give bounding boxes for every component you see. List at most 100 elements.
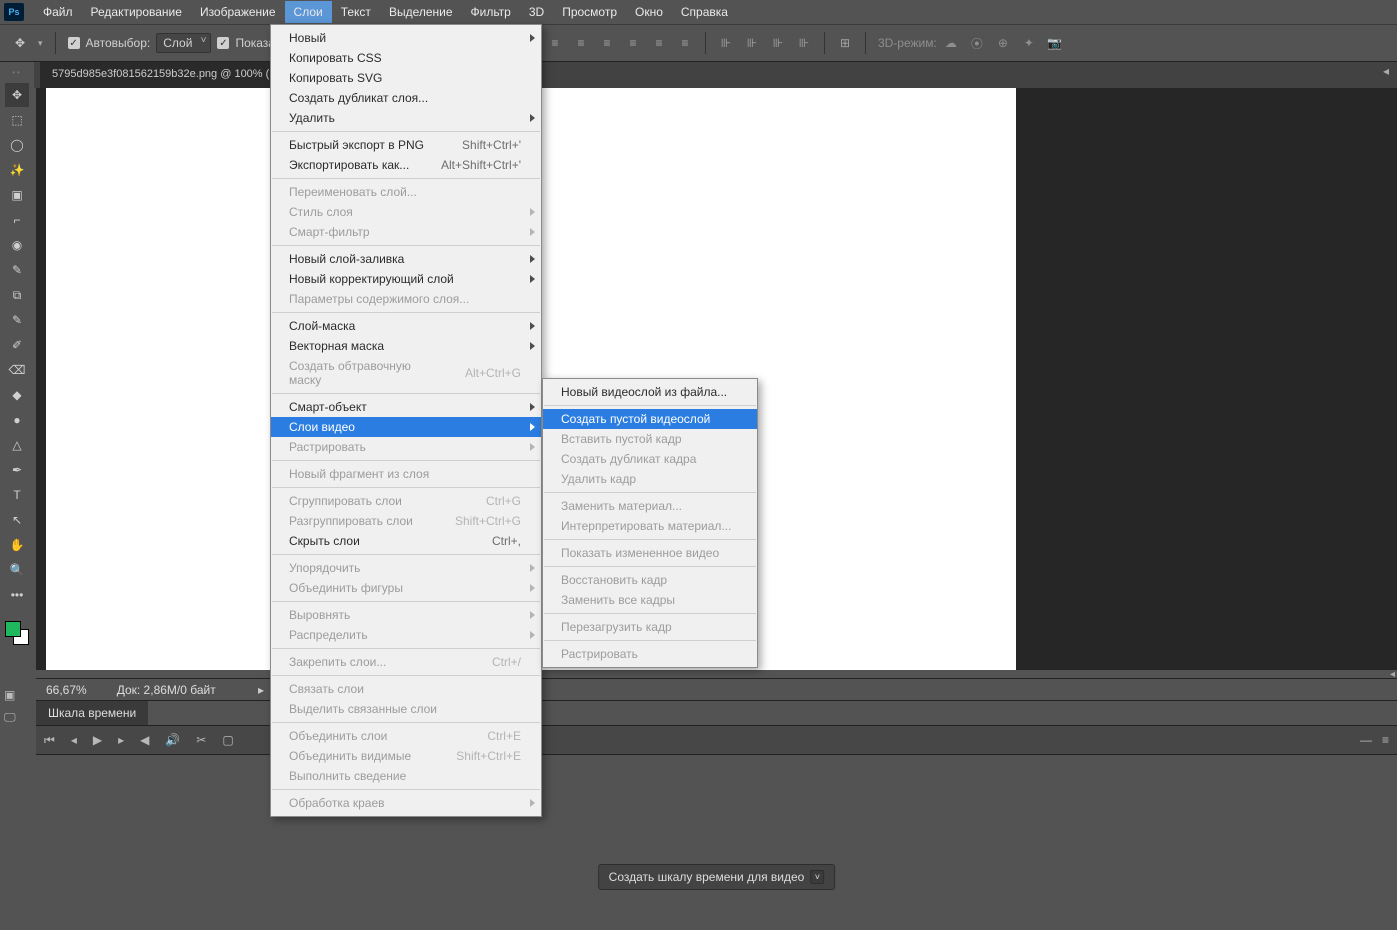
tool-6[interactable]: ◉ bbox=[5, 233, 29, 257]
tool-2[interactable]: ◯ bbox=[5, 133, 29, 157]
menu-выделение[interactable]: Выделение bbox=[380, 1, 462, 23]
timeline-ctrl-icon-0[interactable]: ⏮ bbox=[44, 733, 55, 748]
tool-17[interactable]: ↖ bbox=[5, 508, 29, 532]
timeline-flyout-icon[interactable]: ≡ bbox=[1382, 733, 1389, 747]
3d-icons[interactable]: ☁ ⦿ ⊕ ✦ 📷 bbox=[943, 35, 1063, 51]
layers-menu-item[interactable]: Копировать CSS bbox=[271, 48, 541, 68]
tool-18[interactable]: ✋ bbox=[5, 533, 29, 557]
align-icon-2[interactable]: ≡ bbox=[599, 35, 615, 51]
tool-19[interactable]: 🔍 bbox=[5, 558, 29, 582]
menu-фильтр[interactable]: Фильтр bbox=[462, 1, 520, 23]
auto-select-checkbox[interactable]: ✓Автовыбор: bbox=[68, 36, 151, 50]
align-icon-4[interactable]: ≡ bbox=[651, 35, 667, 51]
fg-color-swatch[interactable] bbox=[5, 621, 21, 637]
layers-menu-item[interactable]: Новый корректирующий слой bbox=[271, 269, 541, 289]
3d-icon-0[interactable]: ☁ bbox=[943, 35, 959, 51]
overlap-icon[interactable]: ⊞ bbox=[837, 35, 853, 51]
document-tab[interactable]: 5795d985e3f081562159b32e.png @ 100% (R bbox=[40, 62, 289, 88]
align-icon-3[interactable]: ≡ bbox=[625, 35, 641, 51]
align-icon-5[interactable]: ≡ bbox=[677, 35, 693, 51]
menu-изображение[interactable]: Изображение bbox=[191, 1, 285, 23]
menu-текст[interactable]: Текст bbox=[332, 1, 380, 23]
layers-menu-item[interactable]: Слои видео bbox=[271, 417, 541, 437]
screenmode-icon[interactable]: 🖵 bbox=[4, 710, 16, 725]
layers-menu-item[interactable]: Экспортировать как...Alt+Shift+Ctrl+' bbox=[271, 155, 541, 175]
tool-1[interactable]: ⬚ bbox=[5, 108, 29, 132]
video-submenu-item[interactable]: Создать пустой видеослой bbox=[543, 409, 757, 429]
timeline-tab[interactable]: Шкала времени bbox=[36, 701, 148, 725]
chevron-down-icon[interactable]: ˅ bbox=[810, 870, 824, 884]
3d-icon-4[interactable]: 📷 bbox=[1047, 35, 1063, 51]
timeline-ctrl-icon-2[interactable]: ▶ bbox=[93, 733, 102, 748]
status-flyout-icon[interactable]: ▸ bbox=[258, 683, 264, 697]
tool-10[interactable]: ✐ bbox=[5, 333, 29, 357]
menu-файл[interactable]: Файл bbox=[34, 1, 82, 23]
layers-menu-item[interactable]: Слой-маска bbox=[271, 316, 541, 336]
menu-просмотр[interactable]: Просмотр bbox=[553, 1, 626, 23]
panel-grip-icon[interactable]: •• bbox=[12, 68, 22, 77]
left-collapsed-icons[interactable]: ▣ 🖵 bbox=[4, 688, 16, 725]
tool-20[interactable]: ••• bbox=[5, 583, 29, 607]
right-panel-collapse-icon[interactable]: ◂ bbox=[1383, 64, 1397, 78]
3d-icon-1[interactable]: ⦿ bbox=[969, 35, 985, 51]
layers-menu-item-label: Создать дубликат слоя... bbox=[289, 91, 428, 105]
align-icons[interactable]: ≡ ≡ ≡ ≡ ≡ ≡ bbox=[547, 35, 693, 51]
tool-5[interactable]: ⌐ bbox=[5, 208, 29, 232]
layers-menu-item[interactable]: Смарт-объект bbox=[271, 397, 541, 417]
layers-menu-item[interactable]: Векторная маска bbox=[271, 336, 541, 356]
dist-icon-3[interactable]: ⊪ bbox=[796, 35, 812, 51]
3d-icon-2[interactable]: ⊕ bbox=[995, 35, 1011, 51]
tool-3[interactable]: ✨ bbox=[5, 158, 29, 182]
quickmask-icon[interactable]: ▣ bbox=[4, 688, 16, 702]
layers-menu-item[interactable]: Новый bbox=[271, 28, 541, 48]
align-icon-0[interactable]: ≡ bbox=[547, 35, 563, 51]
video-submenu-item[interactable]: Новый видеослой из файла... bbox=[543, 382, 757, 402]
menu-редактирование[interactable]: Редактирование bbox=[82, 1, 191, 23]
3d-icon-3[interactable]: ✦ bbox=[1021, 35, 1037, 51]
timeline-ctrl-icon-5[interactable]: 🔊 bbox=[165, 733, 180, 748]
dist-icon-2[interactable]: ⊪ bbox=[770, 35, 786, 51]
layers-menu-item[interactable]: Создать дубликат слоя... bbox=[271, 88, 541, 108]
tool-14[interactable]: △ bbox=[5, 433, 29, 457]
tool-7[interactable]: ✎ bbox=[5, 258, 29, 282]
tool-4[interactable]: ▣ bbox=[5, 183, 29, 207]
timeline-ctrl-icon-1[interactable]: ◂ bbox=[71, 733, 77, 748]
timeline-ctrl-icon-4[interactable]: ◀ bbox=[140, 733, 149, 748]
tool-15[interactable]: ✒ bbox=[5, 458, 29, 482]
tool-9[interactable]: ✎ bbox=[5, 308, 29, 332]
move-tool-preset-icon[interactable]: ✥ bbox=[8, 31, 32, 55]
dist-icon-1[interactable]: ⊪ bbox=[744, 35, 760, 51]
dist-icon-0[interactable]: ⊪ bbox=[718, 35, 734, 51]
timeline-menu-icon[interactable]: — bbox=[1360, 733, 1372, 747]
menu-окно[interactable]: Окно bbox=[626, 1, 672, 23]
chevron-down-icon[interactable]: ▾ bbox=[38, 38, 43, 49]
layers-menu-item[interactable]: Быстрый экспорт в PNGShift+Ctrl+' bbox=[271, 135, 541, 155]
shortcut-label: Ctrl+/ bbox=[492, 655, 521, 669]
tool-11[interactable]: ⌫ bbox=[5, 358, 29, 382]
menu-3d[interactable]: 3D bbox=[520, 1, 553, 23]
zoom-level[interactable]: 66,67% bbox=[46, 683, 87, 697]
timeline-ctrl-icon-3[interactable]: ▸ bbox=[118, 733, 124, 748]
layers-menu-item[interactable]: Новый слой-заливка bbox=[271, 249, 541, 269]
tool-0[interactable]: ✥ bbox=[5, 83, 29, 107]
video-submenu-item: Растрировать bbox=[543, 644, 757, 664]
color-swatches[interactable] bbox=[5, 621, 29, 645]
auto-select-mode-select[interactable]: Слой bbox=[156, 33, 211, 53]
timeline-ctrl-icon-6[interactable]: ✂ bbox=[196, 733, 206, 748]
create-video-timeline-button[interactable]: Создать шкалу времени для видео ˅ bbox=[598, 864, 836, 890]
timeline-ctrl-icon-7[interactable]: ▢ bbox=[222, 733, 233, 748]
show-controls-checkbox[interactable]: ✓Показа bbox=[217, 36, 275, 50]
layers-menu-item[interactable]: Удалить bbox=[271, 108, 541, 128]
layers-menu-item: Параметры содержимого слоя... bbox=[271, 289, 541, 309]
tool-13[interactable]: ● bbox=[5, 408, 29, 432]
layers-menu-item[interactable]: Копировать SVG bbox=[271, 68, 541, 88]
menu-справка[interactable]: Справка bbox=[672, 1, 737, 23]
layers-menu-item[interactable]: Скрыть слоиCtrl+, bbox=[271, 531, 541, 551]
tool-16[interactable]: T bbox=[5, 483, 29, 507]
distribute-icons[interactable]: ⊪ ⊪ ⊪ ⊪ bbox=[718, 35, 812, 51]
tool-12[interactable]: ◆ bbox=[5, 383, 29, 407]
tool-8[interactable]: ⧉ bbox=[5, 283, 29, 307]
menu-слои[interactable]: Слои bbox=[285, 1, 332, 23]
submenu-arrow-icon bbox=[530, 423, 535, 431]
align-icon-1[interactable]: ≡ bbox=[573, 35, 589, 51]
